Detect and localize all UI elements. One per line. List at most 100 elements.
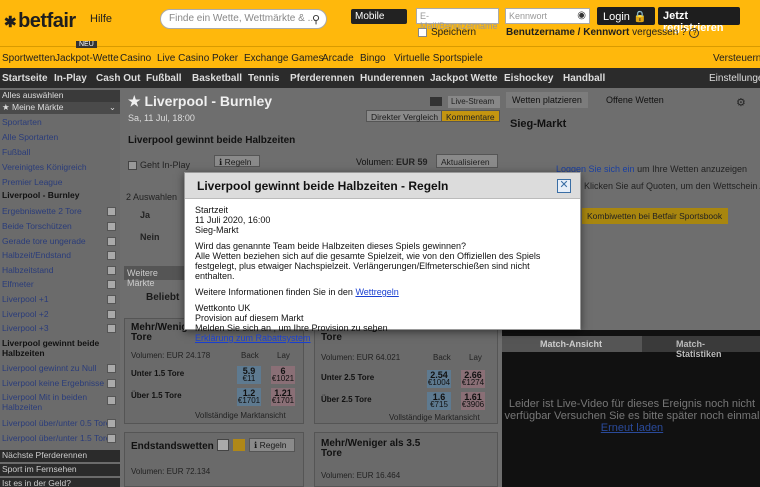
sidebar-market-item[interactable]: Ergebniswette 2 Tore [0,206,120,218]
settings-icon[interactable]: ⚙ [736,96,750,109]
market-card-title[interactable]: Mehr/Weniger als 3.5 Tore [321,439,431,459]
sidebar-next-races[interactable]: Nächste Pferderennen [0,450,120,462]
sidebar-market-item[interactable]: Liverpool +2 [0,309,120,321]
live-stream-button[interactable]: Live-Stream [448,96,500,108]
sidebar-market-item[interactable]: Beide Torschützen [0,221,120,233]
sidebar-checkbox[interactable] [107,419,116,428]
rules-button[interactable]: ℹ Regeln [214,155,260,167]
product-arcade[interactable]: Arcade [322,53,354,64]
nav-jackpot-wette[interactable]: Jackpot Wette [430,73,498,84]
nav-in-play[interactable]: In-Play [54,73,87,84]
tab-match-stats[interactable]: Match-Statistiken [646,336,760,359]
nav-cash-out[interactable]: Cash Out [96,73,140,84]
sidebar-item-uk[interactable]: Vereinigtes Königreich [0,162,120,174]
tab-open-bets[interactable]: Offene Wetten [600,92,670,108]
sidebar-market-item[interactable]: Liverpool keine Ergebnisse [0,378,120,390]
nav-fussball[interactable]: Fußball [146,73,182,84]
register-button[interactable]: Jetzt registrieren [658,7,740,34]
sidebar-in-the-money[interactable]: Ist es in der Geld? [0,478,120,487]
sidebar-checkbox[interactable] [107,207,116,216]
full-market-link[interactable]: Vollständige Marktansicht [195,411,286,420]
refresh-button[interactable]: Aktualisieren [436,154,498,168]
sidebar-item-alle-sportarten[interactable]: Alle Sportarten [0,132,120,144]
eye-icon[interactable]: ◉ [577,10,586,21]
sidebar-market-item[interactable]: Gerade tore ungerade [0,236,120,248]
login-button[interactable]: Login 🔒 [597,7,655,25]
back-odds-button[interactable]: 2.54 €1004 [427,370,451,388]
rebate-link[interactable]: Erklärung zum Rabattsystem [195,333,311,343]
nav-pferderennen[interactable]: Pferderennen [290,73,354,84]
password-field[interactable]: Kennwort ◉ [505,8,590,24]
lay-odds-button[interactable]: 2.66 €1274 [461,370,485,388]
rules-button[interactable]: ℹ Regeln [249,438,295,452]
product-poker[interactable]: Poker [212,53,238,64]
sidebar-checkbox[interactable] [107,222,116,231]
product-sportwetten[interactable]: Sportwetten [2,53,55,64]
remember-me[interactable]: Speichern [418,27,476,38]
sidebar-item-premier-league[interactable]: Premier League [0,177,120,189]
sidebar-market-item[interactable]: Liverpool gewinnt zu Null [0,363,120,375]
help-circle-icon[interactable]: ? [689,28,700,38]
back-odds-button[interactable]: 1.2 €1701 [237,388,261,406]
search-input[interactable]: Finde ein Wette, Wettmärkte & ... ⚲ [160,9,327,29]
lay-odds-button[interactable]: 6 €1021 [271,366,295,384]
sidebar-market-item[interactable]: Liverpool +1 [0,294,120,306]
back-odds-button[interactable]: 1.6 €715 [427,392,451,410]
sidebar-item-current-market[interactable]: Liverpool gewinnt beide Halbzeiten [0,338,120,360]
sidebar-market-item[interactable]: Liverpool +3 [0,323,120,335]
nav-hunderennen[interactable]: Hunderennen [360,73,424,84]
sidebar-checkbox[interactable] [107,266,116,275]
sidebar-checkbox[interactable] [107,324,116,333]
product-jackpot[interactable]: Jackpot-Wette [55,53,119,64]
versteuern-link[interactable]: Versteuern [713,53,760,64]
sidebar-market-item[interactable]: Liverpool über/unter 1.5 Tore [0,433,120,445]
betfair-logo[interactable]: ✱ betfair [4,10,76,33]
sidebar-market-item[interactable]: Halbzeit/Endstand [0,250,120,262]
sidebar-checkbox[interactable] [107,280,116,289]
email-field[interactable]: E-Mail/Benutzername [416,8,499,31]
product-virtuelle[interactable]: Virtuelle Sportspiele [394,53,483,64]
nav-handball[interactable]: Handball [563,73,605,84]
sidebar-item-sportarten[interactable]: Sportarten [0,117,120,129]
sidebar-item-event[interactable]: Liverpool - Burnley [0,190,120,202]
sidebar-market-item[interactable]: Halbzeitstand [0,265,120,277]
sidebar-checkbox[interactable] [107,364,116,373]
nav-startseite[interactable]: Startseite [2,73,48,84]
sidebar-checkbox[interactable] [107,295,116,304]
product-casino[interactable]: Casino [120,53,151,64]
sidebar-sport-tv[interactable]: Sport im Fernsehen [0,464,120,476]
product-bingo[interactable]: Bingo [360,53,386,64]
close-icon[interactable]: ✕ [557,179,571,193]
remember-checkbox[interactable] [418,27,427,37]
product-live-casino[interactable]: Live Casino [157,53,209,64]
sidebar-checkbox[interactable] [107,237,116,246]
sidebar-checkbox[interactable] [107,379,116,388]
chevron-down-icon[interactable]: ⌄ [109,102,116,113]
nav-tennis[interactable]: Tennis [248,73,279,84]
sidebar-select-all[interactable]: Alles auswählen [0,90,120,102]
full-market-link[interactable]: Vollständige Marktansicht [389,413,480,422]
popular-tab[interactable]: Beliebt [146,292,179,303]
sidebar-checkbox[interactable] [107,434,116,443]
forgot-link[interactable]: vergessen ? [632,27,686,38]
combo-bets-button[interactable]: Kombiwetten bei Betfair Sportsbook [582,208,728,224]
sidebar-checkbox[interactable] [107,396,116,405]
comments-button[interactable]: Kommentare [441,110,500,122]
sidebar-market-item[interactable]: Liverpool über/unter 0.5 Tore [0,418,120,430]
nav-eishockey[interactable]: Eishockey [504,73,553,84]
sidebar-market-item[interactable]: Elfmeter [0,279,120,291]
more-markets-tab[interactable]: Weitere Märkte [124,266,184,288]
sidebar-checkbox[interactable] [107,251,116,260]
back-odds-button[interactable]: 5.9 €11 [237,366,261,384]
nav-basketball[interactable]: Basketball [192,73,242,84]
mobile-button[interactable]: Mobile [351,9,407,24]
help-link[interactable]: Hilfe [90,13,112,25]
tab-place-bets[interactable]: Wetten platzieren [506,92,588,108]
nav-settings[interactable]: Einstellungen [709,73,760,84]
search-icon[interactable]: ⚲ [312,13,320,26]
market-card-title[interactable]: Endstandswetten [131,441,214,452]
sidebar-my-markets[interactable]: ★ Meine Märkte ⌄ [0,102,120,114]
sidebar-market-item[interactable]: Liverpool Mit in beiden Halbzeiten [0,392,106,414]
star-icon[interactable]: ★ [128,93,144,109]
lay-odds-button[interactable]: 1.61 €3906 [461,392,485,410]
